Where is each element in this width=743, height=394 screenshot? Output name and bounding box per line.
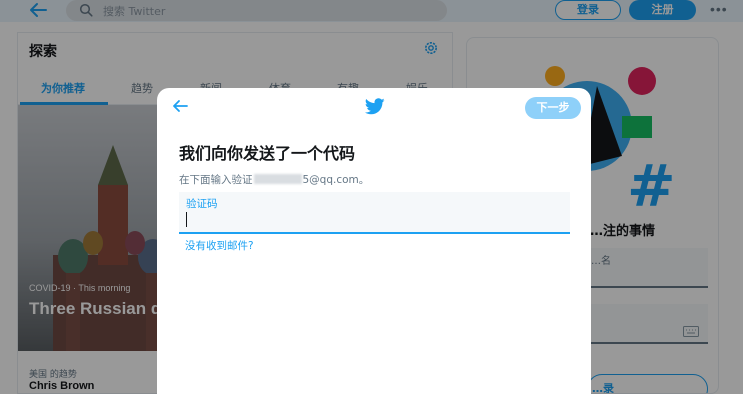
text-caret	[186, 212, 187, 227]
didnt-receive-email-link[interactable]: 没有收到邮件?	[185, 238, 254, 253]
twitter-bird-icon	[365, 98, 385, 115]
description-prefix: 在下面输入验证	[179, 174, 253, 186]
dialog-title: 我们向你发送了一个代码	[179, 144, 356, 163]
dialog-description: 在下面输入验证 5@qq.com。	[179, 172, 369, 187]
verification-code-input[interactable]	[185, 210, 563, 228]
verification-code-field[interactable]: 验证码	[179, 192, 570, 234]
next-button[interactable]: 下一步	[525, 97, 581, 119]
description-suffix: 5@qq.com。	[302, 174, 370, 186]
redacted-email	[253, 174, 302, 184]
verification-code-label: 验证码	[186, 198, 218, 210]
back-arrow-icon[interactable]	[171, 99, 189, 113]
verification-dialog: 下一步 我们向你发送了一个代码 在下面输入验证 5@qq.com。 验证码 没有收…	[157, 88, 591, 394]
